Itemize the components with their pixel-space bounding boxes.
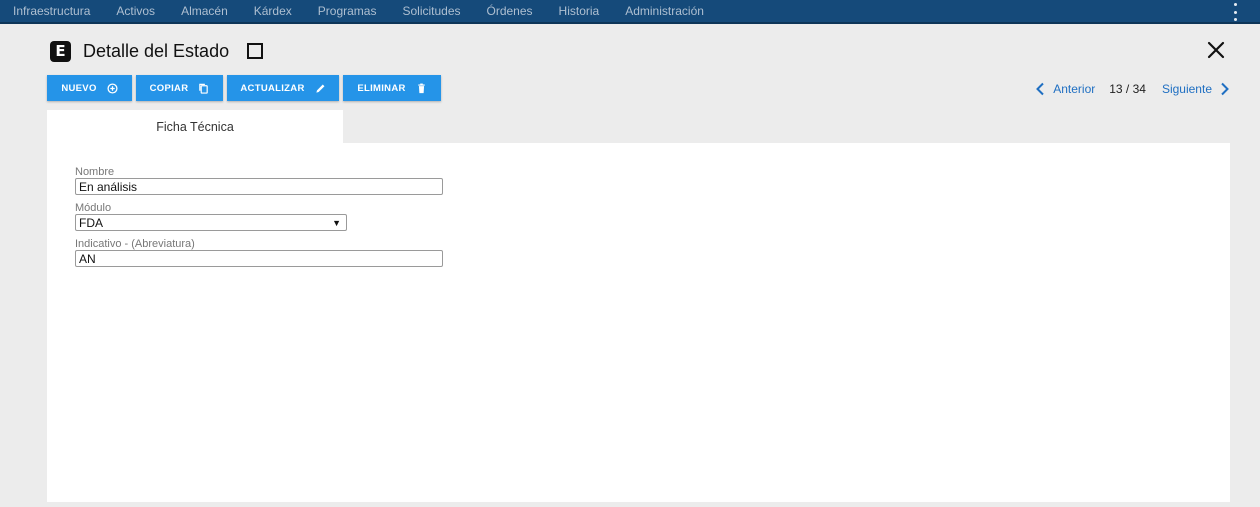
nav-item-ordenes[interactable]: Órdenes	[487, 0, 533, 23]
form-panel: Nombre Módulo FDA ▼ Indicativo - (Abrevi…	[47, 143, 1230, 502]
pencil-icon	[315, 84, 325, 93]
nav-item-administracion[interactable]: Administración	[625, 0, 704, 23]
copiar-button-label: COPIAR	[149, 82, 189, 94]
indicativo-label: Indicativo - (Abreviatura)	[75, 238, 195, 250]
nav-item-infraestructura[interactable]: Infraestructura	[13, 0, 90, 23]
previous-label: Anterior	[1053, 82, 1096, 96]
dropdown-arrow-icon: ▼	[332, 217, 341, 228]
actualizar-button[interactable]: ACTUALIZAR	[227, 75, 339, 101]
nav-item-solicitudes[interactable]: Solicitudes	[402, 0, 460, 23]
copy-icon	[199, 83, 209, 94]
nuevo-button-label: NUEVO	[61, 82, 97, 94]
trash-icon	[417, 83, 425, 93]
previous-button[interactable]: Anterior	[1035, 82, 1095, 96]
action-toolbar: NUEVO COPIAR ACTUALIZAR ELIMINAR	[47, 75, 445, 101]
chevron-right-icon	[1221, 82, 1229, 96]
record-pager: Anterior 13 / 34 Siguiente	[1035, 79, 1230, 99]
nombre-label: Nombre	[75, 166, 115, 178]
top-navigation-bar: Infraestructura Activos Almacén Kárdex P…	[0, 0, 1260, 24]
modulo-label: Módulo	[75, 202, 112, 214]
copiar-button[interactable]: COPIAR	[136, 75, 223, 101]
indicativo-input[interactable]	[75, 250, 443, 267]
modulo-selected-value: FDA	[79, 215, 103, 230]
nav-item-almacen[interactable]: Almacén	[181, 0, 228, 23]
next-button[interactable]: Siguiente	[1162, 82, 1230, 96]
nav-item-kardex[interactable]: Kárdex	[254, 0, 292, 23]
kebab-menu-icon[interactable]	[1232, 3, 1238, 21]
top-menu: Infraestructura Activos Almacén Kárdex P…	[0, 0, 730, 22]
eliminar-button[interactable]: ELIMINAR	[343, 75, 441, 101]
close-icon[interactable]	[1204, 38, 1228, 62]
next-label: Siguiente	[1161, 82, 1212, 96]
nombre-input[interactable]	[75, 178, 443, 195]
nav-item-activos[interactable]: Activos	[116, 0, 155, 23]
tab-ficha-tecnica-label: Ficha Técnica	[156, 119, 234, 134]
chevron-left-icon	[1036, 82, 1044, 96]
nav-item-programas[interactable]: Programas	[318, 0, 377, 23]
page-header: E Detalle del Estado	[50, 38, 264, 64]
tab-ficha-tecnica[interactable]: Ficha Técnica	[47, 110, 343, 143]
title-checkbox[interactable]	[247, 43, 264, 59]
modulo-select[interactable]: FDA ▼	[75, 214, 347, 231]
record-count: 13 / 34	[1109, 82, 1146, 96]
logo-badge: E	[50, 40, 71, 62]
nav-item-historia[interactable]: Historia	[559, 0, 600, 23]
page-title: Detalle del Estado	[83, 40, 230, 61]
actualizar-button-label: ACTUALIZAR	[240, 82, 305, 94]
add-circle-icon	[107, 82, 118, 94]
nuevo-button[interactable]: NUEVO	[47, 75, 132, 101]
eliminar-button-label: ELIMINAR	[357, 82, 406, 94]
